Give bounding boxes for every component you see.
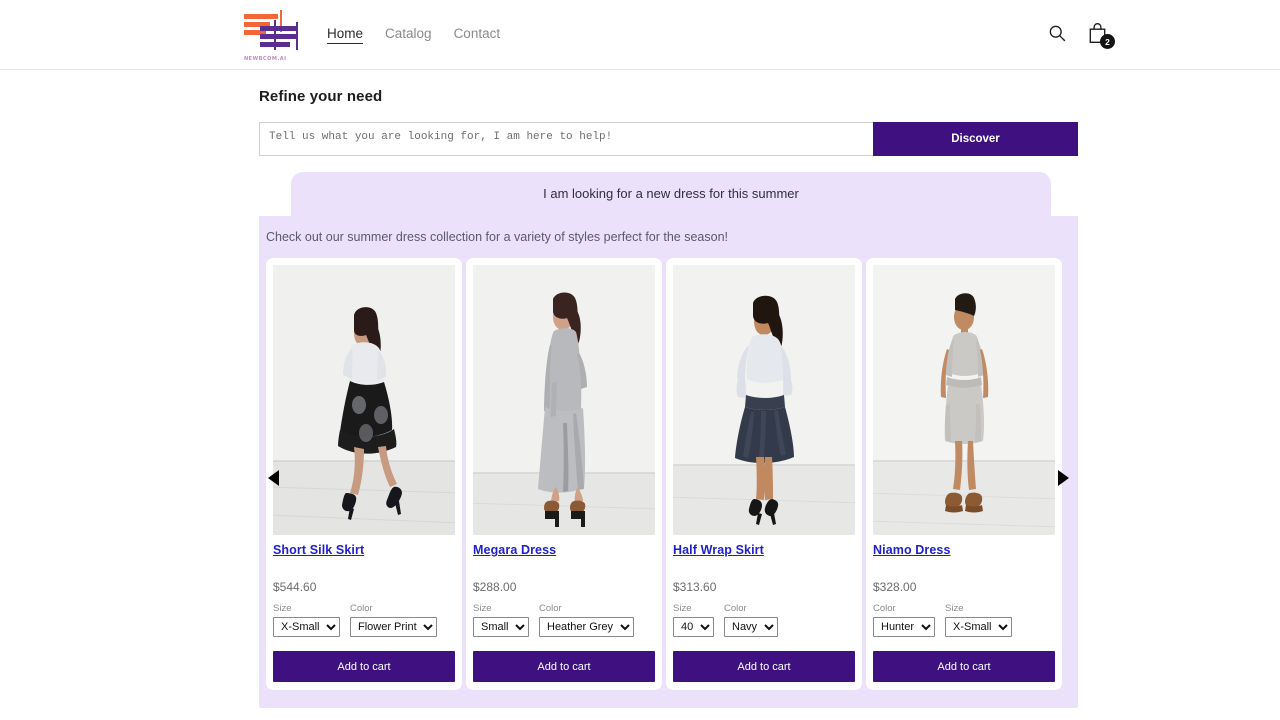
product-title-link[interactable]: Niamo Dress: [873, 543, 1055, 557]
product-price: $544.60: [273, 580, 317, 594]
variant-label: Color: [350, 603, 373, 614]
variant-select-color[interactable]: Navy: [724, 617, 778, 637]
logo-wordmark: NEWBCOM.AI: [244, 56, 287, 62]
product-card: Short Silk Skirt $544.60 Size X-Small Co…: [266, 258, 462, 690]
variant-group-size: Size 40: [673, 603, 714, 637]
product-title-link[interactable]: Megara Dress: [473, 543, 655, 557]
chat-area: I am looking for a new dress for this su…: [259, 172, 1078, 708]
product-image[interactable]: [473, 265, 655, 535]
variant-group-size: Size Small: [473, 603, 529, 637]
variant-label: Size: [473, 603, 492, 614]
assistant-message: Check out our summer dress collection fo…: [266, 230, 729, 244]
variant-select-size[interactable]: 40: [673, 617, 714, 637]
site-header: NEWBCOM.AI Home Catalog Contact 2: [0, 0, 1280, 70]
variant-group-color: Color Heather Grey: [539, 603, 634, 637]
nav-link-catalog[interactable]: Catalog: [385, 26, 432, 44]
product-carousel: Short Silk Skirt $544.60 Size X-Small Co…: [259, 258, 1078, 690]
refine-section: Refine your need Discover: [259, 88, 1078, 156]
carousel-prev-arrow-icon[interactable]: [268, 470, 279, 486]
variant-group-size: Size X-Small: [945, 603, 1012, 637]
logo-mark-icon: [244, 10, 302, 50]
add-to-cart-button[interactable]: Add to cart: [673, 651, 855, 682]
variant-select-size[interactable]: X-Small: [945, 617, 1012, 637]
add-to-cart-button[interactable]: Add to cart: [273, 651, 455, 682]
product-image[interactable]: [873, 265, 1055, 535]
variant-label: Size: [273, 603, 292, 614]
variant-group-color: Color Hunter: [873, 603, 935, 637]
variant-label: Color: [873, 603, 896, 614]
variant-group-color: Color Flower Print: [350, 603, 437, 637]
cart-button[interactable]: 2: [1087, 22, 1115, 49]
add-to-cart-button[interactable]: Add to cart: [473, 651, 655, 682]
variant-label: Size: [945, 603, 964, 614]
variant-group-size: Size X-Small: [273, 603, 340, 637]
product-price: $313.60: [673, 580, 717, 594]
product-card: Megara Dress $288.00 Size Small Color He…: [466, 258, 662, 690]
add-to-cart-button[interactable]: Add to cart: [873, 651, 1055, 682]
variant-select-color[interactable]: Flower Print: [350, 617, 437, 637]
nav-link-contact[interactable]: Contact: [454, 26, 501, 44]
product-card: Niamo Dress $328.00 Color Hunter Size X-…: [866, 258, 1062, 690]
main-nav: Home Catalog Contact: [327, 26, 500, 44]
variant-select-size[interactable]: Small: [473, 617, 529, 637]
product-price: $288.00: [473, 580, 517, 594]
assistant-response-panel: Check out our summer dress collection fo…: [259, 216, 1078, 708]
product-title-link[interactable]: Half Wrap Skirt: [673, 543, 855, 557]
product-variants: Size X-Small Color Flower Print: [273, 603, 455, 637]
product-title-link[interactable]: Short Silk Skirt: [273, 543, 455, 557]
search-icon[interactable]: [1047, 23, 1067, 43]
variant-label: Color: [724, 603, 747, 614]
variant-label: Size: [673, 603, 692, 614]
brand-logo[interactable]: NEWBCOM.AI: [244, 10, 302, 62]
variant-select-size[interactable]: X-Small: [273, 617, 340, 637]
cart-count-badge: 2: [1100, 34, 1115, 49]
variant-select-color[interactable]: Heather Grey: [539, 617, 634, 637]
product-variants: Color Hunter Size X-Small: [873, 603, 1055, 637]
product-variants: Size 40 Color Navy: [673, 603, 855, 637]
carousel-next-arrow-icon[interactable]: [1058, 470, 1069, 486]
product-image[interactable]: [673, 265, 855, 535]
variant-select-color[interactable]: Hunter: [873, 617, 935, 637]
refine-input[interactable]: [259, 122, 873, 156]
product-price: $328.00: [873, 580, 917, 594]
header-actions: 2: [1047, 22, 1115, 49]
variant-group-color: Color Navy: [724, 603, 778, 637]
product-variants: Size Small Color Heather Grey: [473, 603, 655, 637]
page-title: Refine your need: [259, 88, 383, 105]
nav-link-home[interactable]: Home: [327, 26, 364, 44]
product-card: Half Wrap Skirt $313.60 Size 40 Color Na…: [666, 258, 862, 690]
refine-form: Discover: [259, 122, 1078, 156]
variant-label: Color: [539, 603, 562, 614]
user-message-bubble: I am looking for a new dress for this su…: [291, 172, 1051, 216]
product-image[interactable]: [273, 265, 455, 535]
discover-button[interactable]: Discover: [873, 122, 1078, 156]
